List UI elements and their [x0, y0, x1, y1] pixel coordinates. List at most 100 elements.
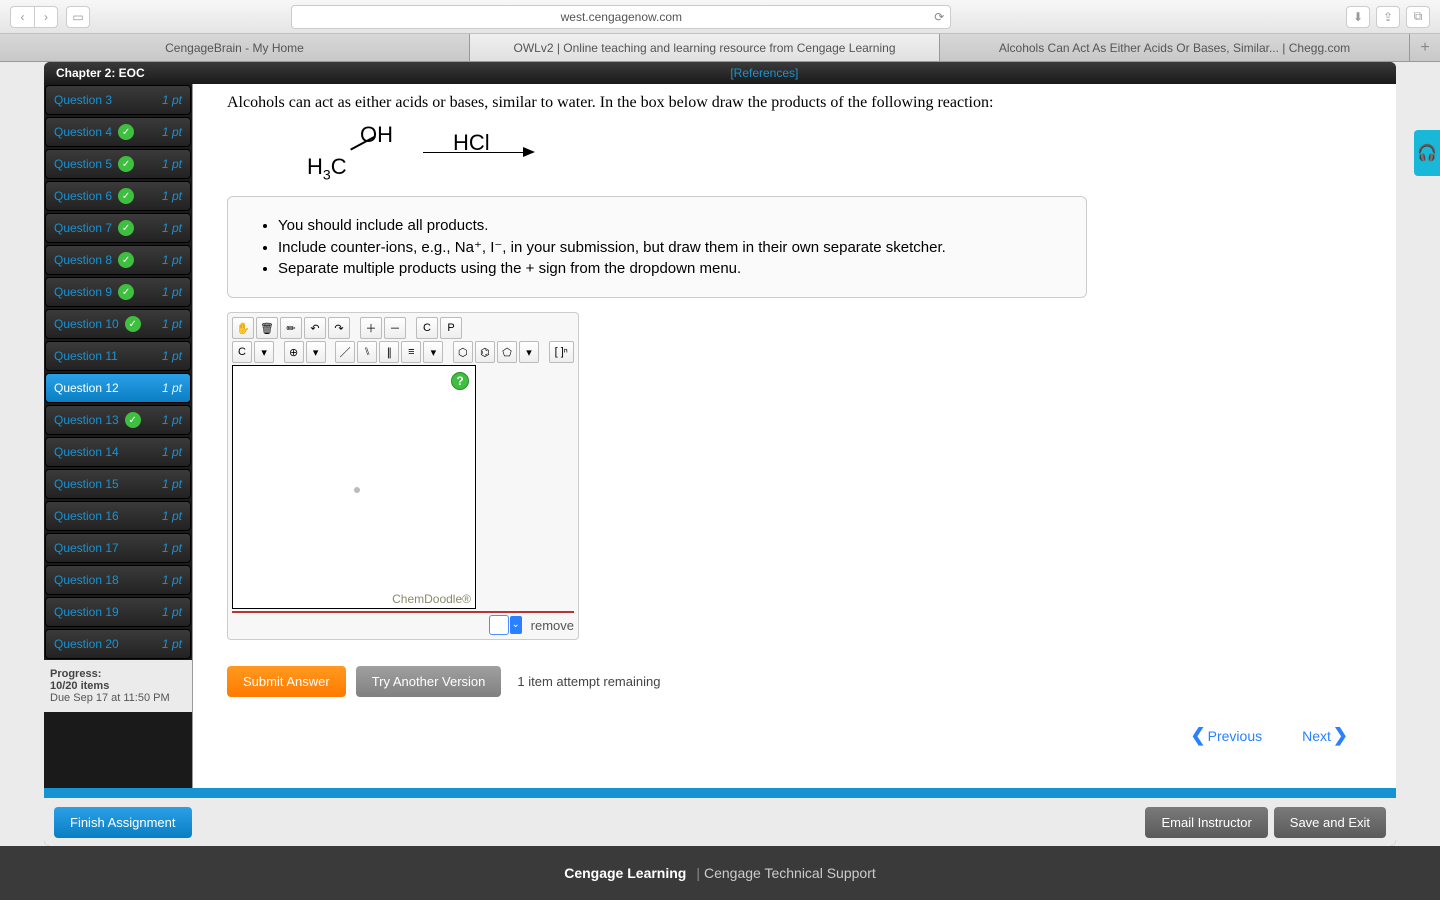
sidebar-item-question-5[interactable]: Question 5 ✓ 1 pt	[45, 149, 191, 179]
sidebar-item-question-20[interactable]: Question 20 1 pt	[45, 629, 191, 659]
browser-toolbar: ‹ › ▭ west.cengagenow.com ⟳ ⬇ ⇪ ⧉	[0, 0, 1440, 34]
sidebar-item-question-4[interactable]: Question 4✓1 pt	[45, 117, 191, 147]
browser-tab-1[interactable]: OWLv2 | Online teaching and learning res…	[470, 34, 940, 61]
check-icon: ✓	[118, 156, 134, 172]
bond-double-icon[interactable]: ∥	[379, 341, 399, 363]
question-label: Question 13	[54, 413, 119, 427]
sidebar-item-question-19[interactable]: Question 191 pt	[45, 597, 191, 627]
sidebar-item-question-16[interactable]: Question 161 pt	[45, 501, 191, 531]
ring-benzene-icon[interactable]: ⌬	[475, 341, 495, 363]
save-exit-button[interactable]: Save and Exit	[1274, 807, 1386, 838]
sidebar-item-question-11[interactable]: Question 111 pt	[45, 341, 191, 371]
bond-recessed-icon[interactable]: ⑊	[357, 341, 377, 363]
hint-box: You should include all products. Include…	[227, 196, 1087, 298]
try-another-button[interactable]: Try Another Version	[356, 666, 502, 697]
sidebar-item-question-3[interactable]: Question 31 pt	[45, 85, 191, 115]
sidebar-item-question-13[interactable]: Question 13✓1 pt	[45, 405, 191, 435]
previous-link[interactable]: ❮Previous	[1191, 725, 1263, 746]
sketch-canvas[interactable]: ? ChemDoodle®	[232, 365, 476, 609]
question-label: Question 5	[54, 157, 112, 171]
bond-dropdown-icon[interactable]: ▾	[423, 341, 443, 363]
undo-tool-icon[interactable]: ↶	[304, 317, 326, 339]
sidebar-item-question-12[interactable]: Question 12 1 pt	[45, 373, 191, 403]
references-link[interactable]: [References]	[730, 66, 798, 80]
redo-tool-icon[interactable]: ↷	[328, 317, 350, 339]
hand-tool-icon[interactable]: ✋	[232, 317, 254, 339]
finish-assignment-button[interactable]: Finish Assignment	[54, 807, 192, 838]
clear-tool-icon[interactable]: 🗑	[256, 317, 278, 339]
tabs-icon[interactable]: ⧉	[1406, 6, 1430, 28]
erase-tool-icon[interactable]: ✏	[280, 317, 302, 339]
next-link[interactable]: Next❯	[1302, 725, 1348, 746]
points-label: 1 pt	[162, 317, 182, 331]
question-label: Question 8	[54, 253, 112, 267]
share-icon[interactable]: ⇪	[1376, 6, 1400, 28]
divider-strip	[44, 788, 1396, 798]
label-h3c: H3C	[307, 154, 347, 182]
browser-tab-0[interactable]: CengageBrain - My Home	[0, 34, 470, 61]
email-instructor-button[interactable]: Email Instructor	[1145, 807, 1267, 838]
url-bar[interactable]: west.cengagenow.com ⟳	[291, 5, 951, 29]
points-label: 1 pt	[162, 157, 182, 171]
downloads-icon[interactable]: ⬇	[1346, 6, 1370, 28]
reaction-diagram: OH H3C HCl	[307, 128, 1378, 176]
reaction-arrow-icon: HCl	[423, 152, 533, 153]
footer-support-link[interactable]: Cengage Technical Support	[704, 865, 876, 881]
sidebar-item-question-18[interactable]: Question 181 pt	[45, 565, 191, 595]
help-icon[interactable]: ?	[451, 372, 469, 390]
sidebar-item-question-8[interactable]: Question 8✓1 pt	[45, 245, 191, 275]
question-label: Question 20	[54, 637, 119, 651]
points-label: 1 pt	[162, 381, 182, 395]
sketcher: ✋ 🗑 ✏ ↶ ↷ ＋ － C P C ▾	[227, 312, 579, 640]
ring-hex-icon[interactable]: ⬡	[453, 341, 473, 363]
element-c-button[interactable]: C	[232, 341, 252, 363]
support-tab-icon[interactable]: 🎧	[1414, 130, 1440, 176]
new-tab-button[interactable]: +	[1410, 34, 1440, 61]
ring-pent-icon[interactable]: ⬠	[497, 341, 517, 363]
question-label: Question 12	[54, 381, 119, 395]
paste-tool-icon[interactable]: P	[440, 317, 462, 339]
points-label: 1 pt	[162, 253, 182, 267]
question-prompt: Alcohols can act as either acids or base…	[227, 94, 1378, 112]
sidebar-item-question-9[interactable]: Question 9✓1 pt	[45, 277, 191, 307]
charge-dropdown-icon[interactable]: ▾	[306, 341, 326, 363]
forward-button[interactable]: ›	[34, 6, 58, 28]
points-label: 1 pt	[162, 509, 182, 523]
label-oh: OH	[360, 122, 393, 148]
points-label: 1 pt	[162, 541, 182, 555]
question-label: Question 19	[54, 605, 119, 619]
points-label: 1 pt	[162, 573, 182, 587]
reload-icon[interactable]: ⟳	[934, 10, 944, 24]
sidebar-item-question-17[interactable]: Question 171 pt	[45, 533, 191, 563]
footer-brand: Cengage Learning	[564, 865, 686, 881]
sidebar-item-question-10[interactable]: Question 10✓1 pt	[45, 309, 191, 339]
bracket-tool-icon[interactable]: [ ]ⁿ	[549, 341, 574, 363]
hint-1: You should include all products.	[278, 217, 1066, 234]
question-label: Question 15	[54, 477, 119, 491]
element-dropdown-icon[interactable]: ▾	[254, 341, 274, 363]
zoom-in-icon[interactable]: ＋	[360, 317, 382, 339]
url-text: west.cengagenow.com	[561, 10, 682, 24]
points-label: 1 pt	[162, 285, 182, 299]
points-label: 1 pt	[162, 637, 182, 651]
bond-triple-icon[interactable]: ≡	[401, 341, 421, 363]
copy-tool-icon[interactable]: C	[416, 317, 438, 339]
ring-dropdown-icon[interactable]: ▾	[519, 341, 539, 363]
sketcher-select[interactable]	[489, 615, 509, 635]
bond-single-icon[interactable]: ／	[335, 341, 355, 363]
sidebar-item-question-15[interactable]: Question 151 pt	[45, 469, 191, 499]
check-icon: ✓	[125, 412, 141, 428]
back-button[interactable]: ‹	[10, 6, 34, 28]
sidebar-item-question-14[interactable]: Question 141 pt	[45, 437, 191, 467]
submit-answer-button[interactable]: Submit Answer	[227, 666, 346, 697]
chapter-label: Chapter 2: EOC	[56, 66, 145, 80]
sidebar-toggle-icon[interactable]: ▭	[66, 6, 90, 28]
zoom-out-icon[interactable]: －	[384, 317, 406, 339]
charge-tool-icon[interactable]: ⊕	[284, 341, 304, 363]
check-icon: ✓	[118, 284, 134, 300]
sidebar-item-question-6[interactable]: Question 6✓1 pt	[45, 181, 191, 211]
remove-link[interactable]: remove	[531, 618, 574, 633]
hint-3: Separate multiple products using the + s…	[278, 260, 1066, 277]
sidebar-item-question-7[interactable]: Question 7✓1 pt	[45, 213, 191, 243]
browser-tab-2[interactable]: Alcohols Can Act As Either Acids Or Base…	[940, 34, 1410, 61]
